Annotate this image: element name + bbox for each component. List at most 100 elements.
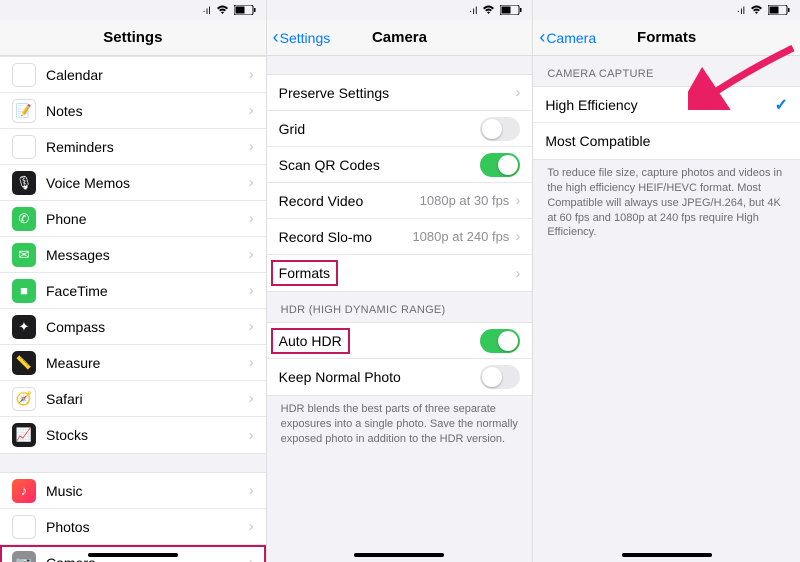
signal-icon: ·ıl xyxy=(202,6,210,17)
settings-row-reminders[interactable]: ☰Reminders› xyxy=(0,129,266,165)
chevron-right-icon: › xyxy=(249,482,254,499)
formats-pane: ·ıl ‹ Camera Formats CAMERA CAPTURE High… xyxy=(533,0,800,562)
triptych: ·ıl Settings 31Calendar›📝Notes›☰Reminder… xyxy=(0,0,800,562)
checkmark-icon: ✓ xyxy=(775,95,788,115)
row-label: Stocks xyxy=(46,427,249,443)
settings-row-measure[interactable]: 📏Measure› xyxy=(0,345,266,381)
page-title: Settings xyxy=(103,29,162,46)
format-option-heif[interactable]: High Efficiency✓ xyxy=(533,87,800,123)
chevron-right-icon: › xyxy=(249,102,254,119)
compass-icon: ✦ xyxy=(12,315,36,339)
chevron-right-icon: › xyxy=(249,518,254,535)
settings-row-safari[interactable]: 🧭Safari› xyxy=(0,381,266,417)
option-label: Most Compatible xyxy=(545,133,788,149)
camera-row-preserve[interactable]: Preserve Settings› xyxy=(267,75,533,111)
format-option-jpeg[interactable]: Most Compatible xyxy=(533,123,800,159)
camera-row-formats[interactable]: Formats› xyxy=(267,255,533,291)
chevron-right-icon: › xyxy=(249,427,254,444)
settings-row-voice[interactable]: 🎙Voice Memos› xyxy=(0,165,266,201)
row-label: Music xyxy=(46,483,249,499)
chevron-right-icon: › xyxy=(249,138,254,155)
wifi-icon xyxy=(482,5,495,18)
camera-row-keepnormal[interactable]: Keep Normal Photo xyxy=(267,359,533,395)
qr-toggle[interactable] xyxy=(480,153,520,177)
facetime-icon: ■ xyxy=(12,279,36,303)
row-label: Voice Memos xyxy=(46,175,249,191)
back-label: Settings xyxy=(280,30,331,46)
chevron-right-icon: › xyxy=(249,210,254,227)
settings-row-photos[interactable]: ✿Photos› xyxy=(0,509,266,545)
chevron-left-icon: ‹ xyxy=(539,27,545,48)
camera-settings-pane: ·ıl ‹ Settings Camera Preserve Settings›… xyxy=(267,0,534,562)
notes-icon: 📝 xyxy=(12,99,36,123)
row-label: Auto HDR xyxy=(279,333,481,349)
calendar-icon: 31 xyxy=(12,63,36,87)
signal-icon: ·ıl xyxy=(737,6,745,17)
home-indicator[interactable] xyxy=(88,553,178,557)
back-button[interactable]: ‹ Settings xyxy=(273,27,331,48)
settings-row-notes[interactable]: 📝 Notes› xyxy=(0,93,266,129)
measure-icon: 📏 xyxy=(12,351,36,375)
settings-pane: ·ıl Settings 31Calendar›📝Notes›☰Reminder… xyxy=(0,0,267,562)
settings-row-compass[interactable]: ✦Compass› xyxy=(0,309,266,345)
chevron-right-icon: › xyxy=(515,84,520,101)
settings-row-phone[interactable]: ✆ Phone› xyxy=(0,201,266,237)
row-label: Safari xyxy=(46,391,249,407)
row-label: Messages xyxy=(46,247,249,263)
capture-section-header: CAMERA CAPTURE xyxy=(533,56,800,86)
row-label: Notes xyxy=(46,103,249,119)
keepnormal-toggle[interactable] xyxy=(480,365,520,389)
battery-icon xyxy=(234,5,256,18)
row-label: Formats xyxy=(279,265,516,281)
chevron-right-icon: › xyxy=(515,192,520,209)
camera-row-grid[interactable]: Grid xyxy=(267,111,533,147)
battery-icon xyxy=(500,5,522,18)
row-detail: 1080p at 240 fps xyxy=(412,229,509,244)
row-label: Record Slo-mo xyxy=(279,229,413,245)
phone-icon: ✆ xyxy=(12,207,36,231)
option-label: High Efficiency xyxy=(545,97,774,113)
chevron-right-icon: › xyxy=(249,554,254,562)
back-label: Camera xyxy=(546,30,596,46)
home-indicator[interactable] xyxy=(354,553,444,557)
status-bar: ·ıl xyxy=(533,0,800,20)
settings-row-music[interactable]: ♪ Music› xyxy=(0,473,266,509)
chevron-right-icon: › xyxy=(249,318,254,335)
camera-row-qr[interactable]: Scan QR Codes xyxy=(267,147,533,183)
safari-icon: 🧭 xyxy=(12,387,36,411)
autohdr-toggle[interactable] xyxy=(480,329,520,353)
camera-row-video[interactable]: Record Video1080p at 30 fps› xyxy=(267,183,533,219)
photos-icon: ✿ xyxy=(12,515,36,539)
row-label: Phone xyxy=(46,211,249,227)
settings-row-calendar[interactable]: 31Calendar› xyxy=(0,57,266,93)
row-label: Reminders xyxy=(46,139,249,155)
formats-footnote: To reduce file size, capture photos and … xyxy=(533,160,800,250)
navbar: ‹ Settings Camera xyxy=(267,20,533,56)
music-icon: ♪ xyxy=(12,479,36,503)
signal-icon: ·ıl xyxy=(469,6,477,17)
camera-row-autohdr[interactable]: Auto HDR xyxy=(267,323,533,359)
chevron-right-icon: › xyxy=(249,66,254,83)
hdr-section-header: HDR (HIGH DYNAMIC RANGE) xyxy=(267,292,533,322)
row-label: Measure xyxy=(46,355,249,371)
formats-list[interactable]: CAMERA CAPTURE High Efficiency✓ Most Comp… xyxy=(533,56,800,562)
row-label: FaceTime xyxy=(46,283,249,299)
chevron-left-icon: ‹ xyxy=(273,27,279,48)
back-button[interactable]: ‹ Camera xyxy=(539,27,596,48)
chevron-right-icon: › xyxy=(249,174,254,191)
stocks-icon: 📈 xyxy=(12,423,36,447)
settings-list[interactable]: 31Calendar›📝Notes›☰Reminders›🎙Voice Memo… xyxy=(0,56,266,562)
home-indicator[interactable] xyxy=(622,553,712,557)
grid-toggle[interactable] xyxy=(480,117,520,141)
settings-row-facetime[interactable]: ■ FaceTime› xyxy=(0,273,266,309)
messages-icon: ✉ xyxy=(12,243,36,267)
status-bar: ·ıl xyxy=(267,0,533,20)
settings-row-stocks[interactable]: 📈 Stocks› xyxy=(0,417,266,453)
camera-icon: 📷 xyxy=(12,551,36,562)
navbar: ‹ Camera Formats xyxy=(533,20,800,56)
camera-settings-list[interactable]: Preserve Settings›GridScan QR CodesRecor… xyxy=(267,56,533,562)
settings-row-messages[interactable]: ✉Messages› xyxy=(0,237,266,273)
camera-row-slomo[interactable]: Record Slo-mo1080p at 240 fps› xyxy=(267,219,533,255)
page-title: Camera xyxy=(372,29,427,46)
chevron-right-icon: › xyxy=(249,282,254,299)
